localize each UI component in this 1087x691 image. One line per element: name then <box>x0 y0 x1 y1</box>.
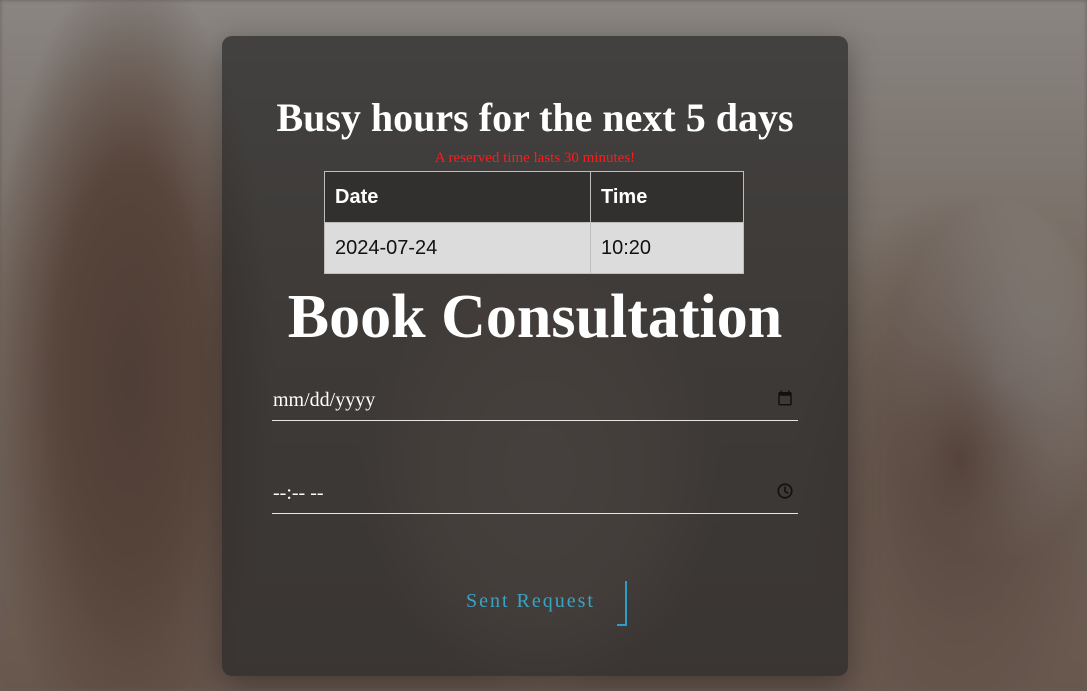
button-corner-accent <box>617 581 627 626</box>
calendar-icon[interactable] <box>776 389 794 407</box>
date-input-value: mm/dd/yyyy <box>273 389 376 411</box>
time-input-value: --:-- -- <box>273 482 324 504</box>
sent-request-button[interactable]: Sent Request <box>450 576 630 626</box>
booking-card: Busy hours for the next 5 days A reserve… <box>222 36 848 676</box>
cell-time: 10:20 <box>590 222 744 274</box>
table-header-row: Date Time <box>324 171 744 223</box>
column-header-time: Time <box>590 171 744 223</box>
cell-date: 2024-07-24 <box>324 222 591 274</box>
clock-icon[interactable] <box>776 482 794 500</box>
date-input[interactable]: mm/dd/yyyy <box>272 381 798 421</box>
table-row: 2024-07-24 10:20 <box>324 222 744 274</box>
book-consultation-title: Book Consultation <box>287 283 783 351</box>
reserved-time-note: A reserved time lasts 30 minutes! <box>434 150 636 166</box>
sent-request-label: Sent Request <box>466 590 595 612</box>
time-input[interactable]: --:-- -- <box>272 474 798 514</box>
busy-hours-title: Busy hours for the next 5 days <box>276 95 794 140</box>
busy-hours-table: Date Time 2024-07-24 10:20 <box>324 171 744 274</box>
column-header-date: Date <box>324 171 591 223</box>
